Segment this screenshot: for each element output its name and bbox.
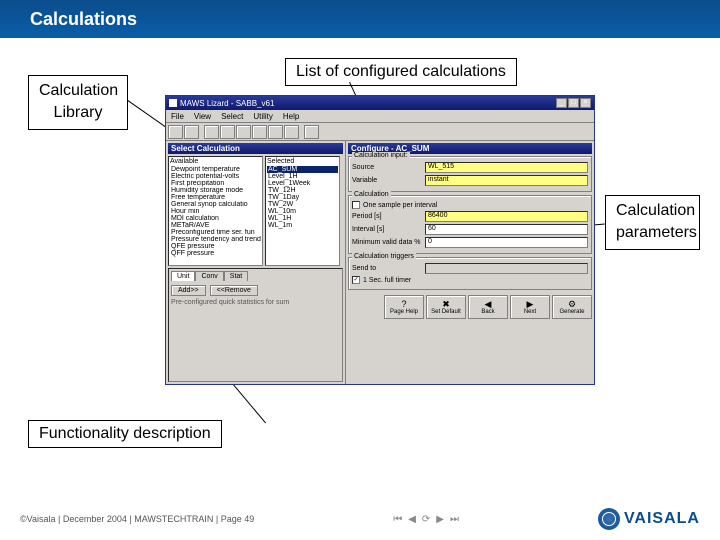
list-item[interactable]: TW_2W: [267, 201, 338, 208]
list-item[interactable]: Pressure tendency and trend: [170, 236, 261, 243]
app-icon: [169, 99, 177, 107]
slide-title: Calculations: [30, 9, 137, 30]
selected-listbox[interactable]: Selected AC_SUM Level_1H Level_1Week TW_…: [265, 156, 340, 266]
source-select[interactable]: WL_515: [425, 162, 588, 173]
app-window: MAWS Lizard - SABB_v61 _ □ × File View S…: [165, 95, 595, 385]
annot-params: Calculation parameters: [605, 195, 700, 250]
list-item[interactable]: AC_SUM: [267, 166, 338, 173]
list-item[interactable]: Preconfigured time ser. fun: [170, 229, 261, 236]
toolbar: [166, 123, 594, 141]
list-item[interactable]: First precipitation: [170, 180, 261, 187]
group-calculation: Calculation One sample per interval Peri…: [348, 195, 592, 254]
tool-btn[interactable]: [168, 125, 183, 139]
slide-footer: ©Vaisala | December 2004 | MAWSTECHTRAIN…: [0, 508, 720, 530]
tool-btn[interactable]: [304, 125, 319, 139]
left-pane-title: Select Calculation: [168, 143, 343, 154]
description-text: Pre-configured quick statistics for sum: [171, 299, 340, 306]
menu-utility[interactable]: Utility: [253, 112, 273, 121]
slide-nav-controls: ⏮ ◀ ⟳ ▶ ⏭: [393, 514, 459, 525]
menu-view[interactable]: View: [194, 112, 211, 121]
group-input: Calculation input: Source WL_515 Variabl…: [348, 156, 592, 192]
next-icon: ▶: [527, 300, 534, 309]
tab-unit[interactable]: Unit: [171, 271, 195, 281]
list-item[interactable]: WL_1H: [267, 215, 338, 222]
period-input[interactable]: 86400: [425, 211, 588, 222]
nav-setdefault[interactable]: ✖Set Default: [426, 295, 466, 319]
last-slide-icon[interactable]: ⏭: [450, 514, 459, 525]
tab-stat[interactable]: Stat: [224, 271, 248, 281]
list-item[interactable]: General synop calculatio: [170, 201, 261, 208]
gear-icon: ⚙: [568, 300, 576, 309]
app-titlebar: MAWS Lizard - SABB_v61 _ □ ×: [166, 96, 594, 110]
list-item[interactable]: Level_1Week: [267, 180, 338, 187]
tool-btn[interactable]: [268, 125, 283, 139]
nav-pagehelp[interactable]: ?Page Help: [384, 295, 424, 319]
list-item[interactable]: QFF pressure: [170, 250, 261, 257]
minvalid-input[interactable]: 0: [425, 237, 588, 248]
brand-logo: VAISALA: [598, 508, 700, 530]
annot-library: Calculation Library: [28, 75, 128, 130]
logo-icon: [598, 508, 620, 530]
list-item[interactable]: QFE pressure: [170, 243, 261, 250]
nav-buttons: ?Page Help ✖Set Default ◀Back ▶Next ⚙Gen…: [348, 295, 592, 319]
left-pane: Select Calculation Available Dewpoint te…: [166, 141, 346, 384]
default-icon: ✖: [442, 300, 450, 309]
interval-input[interactable]: 60: [425, 224, 588, 235]
list-item[interactable]: Dewpoint temperature: [170, 166, 261, 173]
nav-generate[interactable]: ⚙Generate: [552, 295, 592, 319]
one-sample-checkbox[interactable]: [352, 201, 360, 209]
list-item[interactable]: MDI calculation: [170, 215, 261, 222]
menu-select[interactable]: Select: [221, 112, 243, 121]
add-button[interactable]: Add>>: [171, 285, 206, 296]
nav-next[interactable]: ▶Next: [510, 295, 550, 319]
annot-funcdesc: Functionality description: [28, 420, 222, 448]
nav-back[interactable]: ◀Back: [468, 295, 508, 319]
prev-slide-icon[interactable]: ◀: [408, 514, 416, 525]
menu-help[interactable]: Help: [283, 112, 299, 121]
slide-title-bar: Calculations: [0, 0, 720, 38]
footer-text: ©Vaisala | December 2004 | MAWSTECHTRAIN…: [20, 514, 254, 524]
maximize-button[interactable]: □: [568, 98, 579, 108]
list-item[interactable]: TW_12H: [267, 187, 338, 194]
close-button[interactable]: ×: [580, 98, 591, 108]
remove-button[interactable]: <<Remove: [210, 285, 258, 296]
tool-btn[interactable]: [204, 125, 219, 139]
next-slide-icon[interactable]: ▶: [436, 514, 444, 525]
tool-btn[interactable]: [236, 125, 251, 139]
help-icon: ?: [401, 300, 406, 309]
tool-btn[interactable]: [284, 125, 299, 139]
first-slide-icon[interactable]: ⏮: [393, 514, 402, 525]
timer-checkbox[interactable]: ✓: [352, 276, 360, 284]
tool-btn[interactable]: [184, 125, 199, 139]
tool-btn[interactable]: [252, 125, 267, 139]
tab-conv[interactable]: Conv: [195, 271, 223, 281]
minimize-button[interactable]: _: [556, 98, 567, 108]
list-item[interactable]: Hour min: [170, 208, 261, 215]
list-item[interactable]: Electric potential-volts: [170, 173, 261, 180]
window-title: MAWS Lizard - SABB_v61: [180, 99, 274, 108]
list-item[interactable]: METaR/AVE: [170, 222, 261, 229]
list-item[interactable]: Humidity storage mode: [170, 187, 261, 194]
variable-select[interactable]: instant: [425, 175, 588, 186]
tool-btn[interactable]: [220, 125, 235, 139]
group-triggers: Calculation triggers Send to ✓ 1 Sec. fu…: [348, 257, 592, 290]
list-item[interactable]: WL_1m: [267, 222, 338, 229]
back-icon: ◀: [485, 300, 492, 309]
description-area: Unit Conv Stat Add>> <<Remove Pre-config…: [168, 268, 343, 382]
right-pane: Configure - AC_SUM Calculation input: So…: [346, 141, 594, 384]
list-item[interactable]: WL_10m: [267, 208, 338, 215]
list-item[interactable]: Free temperature: [170, 194, 261, 201]
menubar: File View Select Utility Help: [166, 110, 594, 123]
list-item[interactable]: TW_1Day: [267, 194, 338, 201]
refresh-icon[interactable]: ⟳: [422, 514, 430, 525]
sendto-select[interactable]: [425, 263, 588, 274]
annot-configured: List of configured calculations: [285, 58, 517, 86]
menu-file[interactable]: File: [171, 112, 184, 121]
available-listbox[interactable]: Available Dewpoint temperature Electric …: [168, 156, 263, 266]
list-item[interactable]: Level_1H: [267, 173, 338, 180]
